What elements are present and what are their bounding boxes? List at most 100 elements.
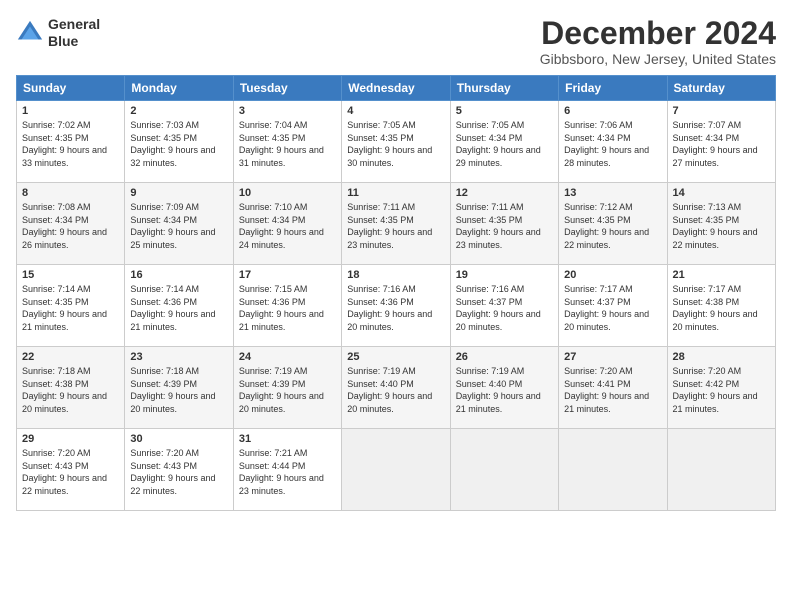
day-number: 3 bbox=[239, 105, 336, 117]
day-number: 21 bbox=[673, 269, 770, 281]
cell-info: Sunrise: 7:05 AMSunset: 4:34 PMDaylight:… bbox=[456, 120, 541, 168]
day-number: 16 bbox=[130, 269, 227, 281]
day-number: 14 bbox=[673, 187, 770, 199]
day-number: 25 bbox=[347, 351, 444, 363]
header-friday: Friday bbox=[559, 76, 667, 101]
cell-info: Sunrise: 7:16 AMSunset: 4:36 PMDaylight:… bbox=[347, 284, 432, 332]
calendar-cell: 25 Sunrise: 7:19 AMSunset: 4:40 PMDayligh… bbox=[342, 347, 450, 429]
cell-info: Sunrise: 7:19 AMSunset: 4:39 PMDaylight:… bbox=[239, 366, 324, 414]
day-number: 30 bbox=[130, 433, 227, 445]
day-number: 28 bbox=[673, 351, 770, 363]
calendar-cell: 31Sunrise: 7:21 AMSunset: 4:44 PMDayligh… bbox=[233, 429, 341, 511]
calendar-cell: 30 Sunrise: 7:20 AMSunset: 4:43 PMDayligh… bbox=[125, 429, 233, 511]
cell-info: Sunrise: 7:17 AMSunset: 4:37 PMDaylight:… bbox=[564, 284, 649, 332]
calendar-week-3: 15 Sunrise: 7:14 AMSunset: 4:35 PMDayligh… bbox=[17, 265, 776, 347]
cell-info: Sunrise: 7:11 AMSunset: 4:35 PMDaylight:… bbox=[347, 202, 432, 250]
calendar-cell: 5 Sunrise: 7:05 AMSunset: 4:34 PMDaylight… bbox=[450, 101, 558, 183]
day-number: 15 bbox=[22, 269, 119, 281]
header-monday: Monday bbox=[125, 76, 233, 101]
cell-info: Sunrise: 7:12 AMSunset: 4:35 PMDaylight:… bbox=[564, 202, 649, 250]
day-number: 9 bbox=[130, 187, 227, 199]
day-number: 20 bbox=[564, 269, 661, 281]
day-number: 23 bbox=[130, 351, 227, 363]
calendar-cell: 3 Sunrise: 7:04 AMSunset: 4:35 PMDaylight… bbox=[233, 101, 341, 183]
cell-info: Sunrise: 7:18 AMSunset: 4:38 PMDaylight:… bbox=[22, 366, 107, 414]
cell-info: Sunrise: 7:10 AMSunset: 4:34 PMDaylight:… bbox=[239, 202, 324, 250]
cell-info: Sunrise: 7:08 AMSunset: 4:34 PMDaylight:… bbox=[22, 202, 107, 250]
cell-info: Sunrise: 7:07 AMSunset: 4:34 PMDaylight:… bbox=[673, 120, 758, 168]
calendar-cell: 2 Sunrise: 7:03 AMSunset: 4:35 PMDaylight… bbox=[125, 101, 233, 183]
cell-info: Sunrise: 7:11 AMSunset: 4:35 PMDaylight:… bbox=[456, 202, 541, 250]
cell-info: Sunrise: 7:14 AMSunset: 4:35 PMDaylight:… bbox=[22, 284, 107, 332]
day-number: 2 bbox=[130, 105, 227, 117]
calendar-cell: 4 Sunrise: 7:05 AMSunset: 4:35 PMDaylight… bbox=[342, 101, 450, 183]
month-title: December 2024 bbox=[540, 16, 776, 51]
calendar-week-4: 22 Sunrise: 7:18 AMSunset: 4:38 PMDayligh… bbox=[17, 347, 776, 429]
calendar-cell: 20 Sunrise: 7:17 AMSunset: 4:37 PMDayligh… bbox=[559, 265, 667, 347]
header-row: Sunday Monday Tuesday Wednesday Thursday… bbox=[17, 76, 776, 101]
calendar-cell: 17Sunrise: 7:15 AMSunset: 4:36 PMDayligh… bbox=[233, 265, 341, 347]
header-saturday: Saturday bbox=[667, 76, 775, 101]
calendar-cell bbox=[667, 429, 775, 511]
day-number: 12 bbox=[456, 187, 553, 199]
cell-info: Sunrise: 7:13 AMSunset: 4:35 PMDaylight:… bbox=[673, 202, 758, 250]
cell-info: Sunrise: 7:19 AMSunset: 4:40 PMDaylight:… bbox=[456, 366, 541, 414]
logo-icon bbox=[16, 19, 44, 47]
calendar-cell: 19Sunrise: 7:16 AMSunset: 4:37 PMDayligh… bbox=[450, 265, 558, 347]
logo-text: General Blue bbox=[48, 16, 100, 50]
calendar-table: Sunday Monday Tuesday Wednesday Thursday… bbox=[16, 75, 776, 511]
cell-info: Sunrise: 7:15 AMSunset: 4:36 PMDaylight:… bbox=[239, 284, 324, 332]
calendar-week-5: 29 Sunrise: 7:20 AMSunset: 4:43 PMDayligh… bbox=[17, 429, 776, 511]
calendar-cell: 27Sunrise: 7:20 AMSunset: 4:41 PMDayligh… bbox=[559, 347, 667, 429]
cell-info: Sunrise: 7:17 AMSunset: 4:38 PMDaylight:… bbox=[673, 284, 758, 332]
calendar-cell: 10Sunrise: 7:10 AMSunset: 4:34 PMDayligh… bbox=[233, 183, 341, 265]
day-number: 22 bbox=[22, 351, 119, 363]
calendar-header: Sunday Monday Tuesday Wednesday Thursday… bbox=[17, 76, 776, 101]
location: Gibbsboro, New Jersey, United States bbox=[540, 51, 776, 67]
calendar-cell: 26 Sunrise: 7:19 AMSunset: 4:40 PMDayligh… bbox=[450, 347, 558, 429]
cell-info: Sunrise: 7:03 AMSunset: 4:35 PMDaylight:… bbox=[130, 120, 215, 168]
header: General Blue December 2024 Gibbsboro, Ne… bbox=[16, 16, 776, 67]
calendar-cell bbox=[450, 429, 558, 511]
day-number: 4 bbox=[347, 105, 444, 117]
cell-info: Sunrise: 7:04 AMSunset: 4:35 PMDaylight:… bbox=[239, 120, 324, 168]
calendar-cell: 21 Sunrise: 7:17 AMSunset: 4:38 PMDayligh… bbox=[667, 265, 775, 347]
calendar-cell: 6Sunrise: 7:06 AMSunset: 4:34 PMDaylight… bbox=[559, 101, 667, 183]
calendar-week-2: 8 Sunrise: 7:08 AMSunset: 4:34 PMDaylight… bbox=[17, 183, 776, 265]
title-block: December 2024 Gibbsboro, New Jersey, Uni… bbox=[540, 16, 776, 67]
day-number: 7 bbox=[673, 105, 770, 117]
day-number: 8 bbox=[22, 187, 119, 199]
calendar-cell: 11 Sunrise: 7:11 AMSunset: 4:35 PMDayligh… bbox=[342, 183, 450, 265]
day-number: 5 bbox=[456, 105, 553, 117]
cell-info: Sunrise: 7:14 AMSunset: 4:36 PMDaylight:… bbox=[130, 284, 215, 332]
cell-info: Sunrise: 7:21 AMSunset: 4:44 PMDaylight:… bbox=[239, 448, 324, 496]
calendar-cell: 13 Sunrise: 7:12 AMSunset: 4:35 PMDayligh… bbox=[559, 183, 667, 265]
cell-info: Sunrise: 7:05 AMSunset: 4:35 PMDaylight:… bbox=[347, 120, 432, 168]
calendar-cell: 7 Sunrise: 7:07 AMSunset: 4:34 PMDaylight… bbox=[667, 101, 775, 183]
cell-info: Sunrise: 7:19 AMSunset: 4:40 PMDaylight:… bbox=[347, 366, 432, 414]
calendar-cell: 9Sunrise: 7:09 AMSunset: 4:34 PMDaylight… bbox=[125, 183, 233, 265]
calendar-body: 1Sunrise: 7:02 AMSunset: 4:35 PMDaylight… bbox=[17, 101, 776, 511]
cell-info: Sunrise: 7:16 AMSunset: 4:37 PMDaylight:… bbox=[456, 284, 541, 332]
calendar-cell bbox=[342, 429, 450, 511]
cell-info: Sunrise: 7:20 AMSunset: 4:43 PMDaylight:… bbox=[130, 448, 215, 496]
day-number: 13 bbox=[564, 187, 661, 199]
cell-info: Sunrise: 7:20 AMSunset: 4:41 PMDaylight:… bbox=[564, 366, 649, 414]
calendar-cell: 14 Sunrise: 7:13 AMSunset: 4:35 PMDayligh… bbox=[667, 183, 775, 265]
calendar-cell: 29Sunrise: 7:20 AMSunset: 4:43 PMDayligh… bbox=[17, 429, 125, 511]
calendar-cell: 22 Sunrise: 7:18 AMSunset: 4:38 PMDayligh… bbox=[17, 347, 125, 429]
day-number: 11 bbox=[347, 187, 444, 199]
day-number: 29 bbox=[22, 433, 119, 445]
day-number: 26 bbox=[456, 351, 553, 363]
calendar-cell: 24 Sunrise: 7:19 AMSunset: 4:39 PMDayligh… bbox=[233, 347, 341, 429]
calendar-cell: 15 Sunrise: 7:14 AMSunset: 4:35 PMDayligh… bbox=[17, 265, 125, 347]
page-container: General Blue December 2024 Gibbsboro, Ne… bbox=[0, 0, 792, 519]
day-number: 24 bbox=[239, 351, 336, 363]
header-sunday: Sunday bbox=[17, 76, 125, 101]
calendar-cell: 1Sunrise: 7:02 AMSunset: 4:35 PMDaylight… bbox=[17, 101, 125, 183]
calendar-cell: 8 Sunrise: 7:08 AMSunset: 4:34 PMDaylight… bbox=[17, 183, 125, 265]
cell-info: Sunrise: 7:18 AMSunset: 4:39 PMDaylight:… bbox=[130, 366, 215, 414]
header-tuesday: Tuesday bbox=[233, 76, 341, 101]
cell-info: Sunrise: 7:02 AMSunset: 4:35 PMDaylight:… bbox=[22, 120, 107, 168]
calendar-cell: 18Sunrise: 7:16 AMSunset: 4:36 PMDayligh… bbox=[342, 265, 450, 347]
